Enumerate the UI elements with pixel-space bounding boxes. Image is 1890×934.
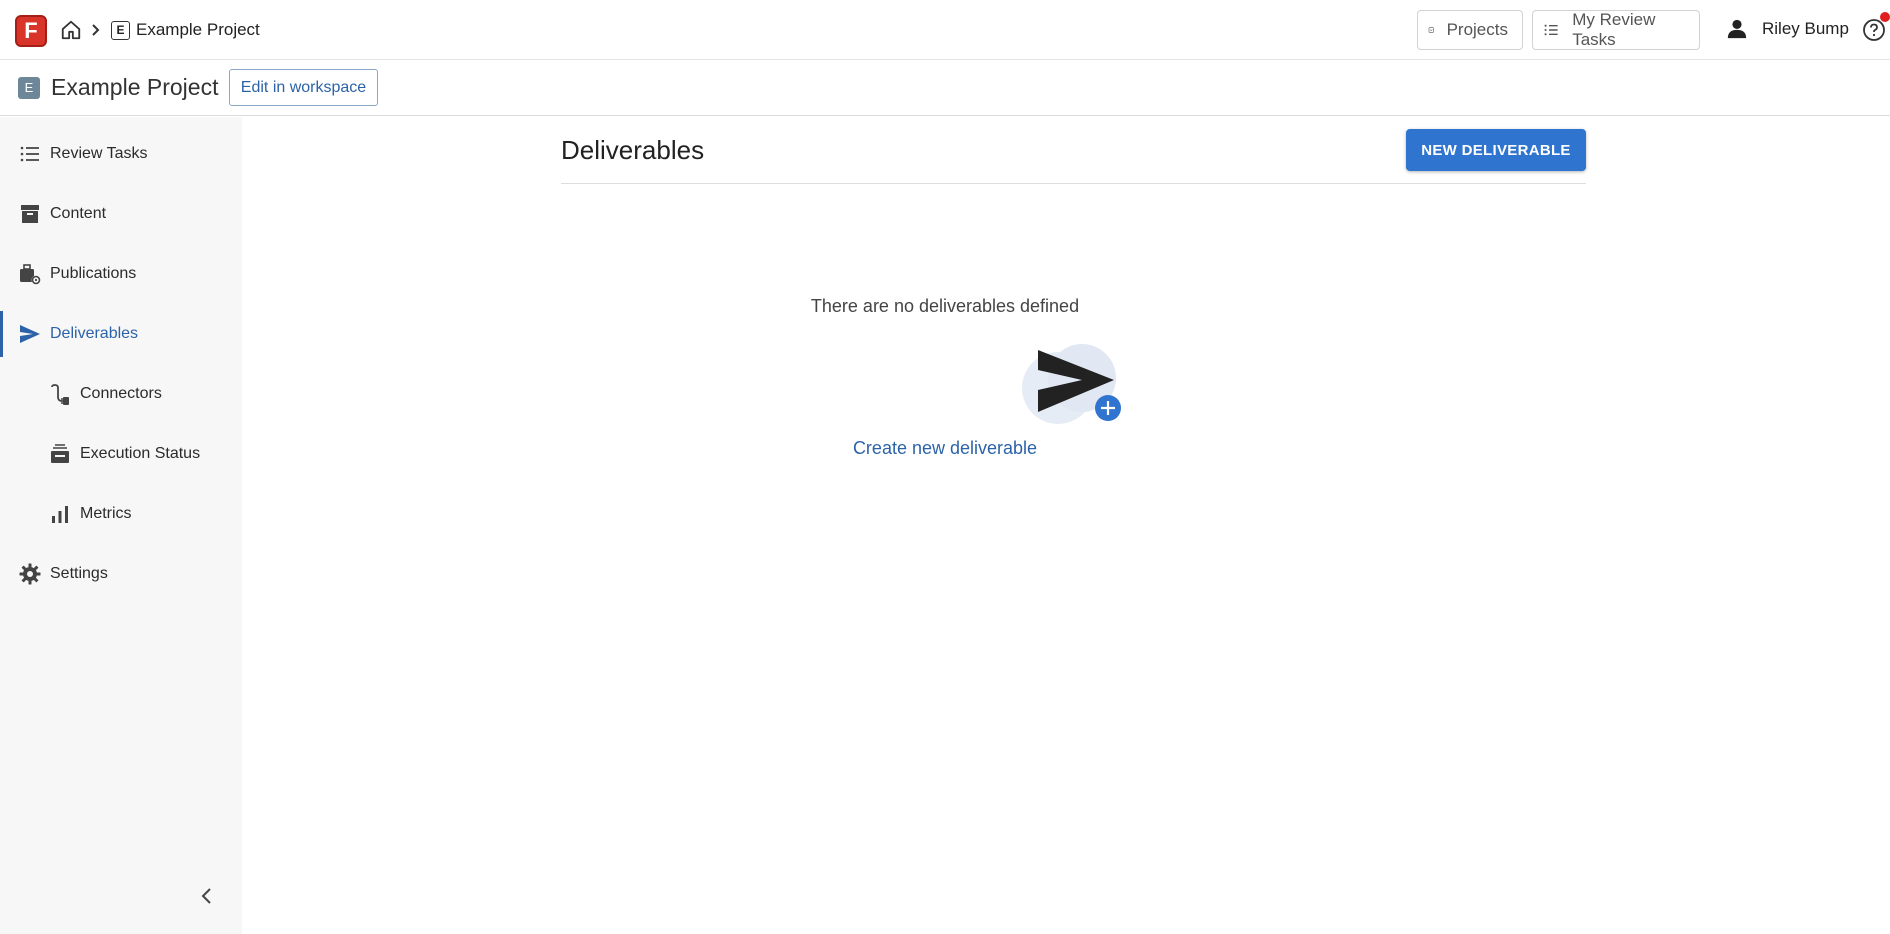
page-title: Deliverables (561, 135, 705, 165)
project-title: Example Project (51, 74, 219, 100)
person-icon (1727, 19, 1747, 39)
send-icon (20, 325, 40, 343)
bar-chart-icon (52, 506, 68, 523)
sidebar-item-review-tasks[interactable]: Review Tasks (0, 129, 242, 179)
user-name: Riley Bump (1762, 19, 1849, 38)
project-header: E Example Project Edit in workspace (0, 60, 1890, 116)
edit-in-workspace-button[interactable]: Edit in workspace (229, 69, 378, 106)
sidebar-item-label: Metrics (80, 505, 132, 522)
list-icon (20, 146, 39, 162)
chevron-right-icon (92, 24, 100, 36)
home-icon[interactable] (60, 19, 82, 41)
sidebar-item-label: Content (50, 205, 107, 222)
main-content (242, 117, 1890, 934)
sidebar-item-label: Connectors (80, 385, 162, 402)
app-logo[interactable]: F (15, 15, 47, 47)
sidebar-item-label: Publications (50, 265, 137, 282)
sidebar-item-label: Deliverables (50, 325, 139, 342)
sidebar-item-connectors[interactable]: Connectors (0, 369, 242, 419)
archive-icon (21, 205, 39, 223)
my-review-tasks-label: My Review Tasks (1572, 10, 1656, 49)
title-divider (561, 183, 1586, 184)
collapse-sidebar-chevron-icon[interactable] (196, 885, 218, 907)
gear-icon (19, 563, 41, 585)
new-deliverable-button[interactable]: NEW DELIVERABLE (1406, 129, 1586, 171)
notification-dot (1880, 12, 1890, 22)
sidebar-item-label: Review Tasks (50, 145, 148, 162)
project-badge: E (18, 77, 40, 99)
sidebar-item-publications[interactable]: Publications (0, 249, 242, 299)
sidebar: Review Tasks Content Publications Delive… (0, 117, 242, 934)
projects-label: Projects (1446, 20, 1508, 39)
top-bar: F E Example Project Projects My Review T… (0, 0, 1890, 60)
projects-icon (1428, 27, 1434, 33)
publications-gear-icon (20, 264, 41, 285)
sidebar-item-metrics[interactable]: Metrics (0, 489, 242, 539)
empty-state-message: There are no deliverables defined (810, 296, 1080, 316)
connector-icon (51, 384, 69, 405)
sidebar-item-content[interactable]: Content (0, 189, 242, 239)
my-review-tasks-button[interactable]: My Review Tasks (1532, 10, 1700, 50)
project-breadcrumb-badge: E (111, 21, 130, 40)
user-menu[interactable]: Riley Bump (1726, 18, 1849, 40)
sidebar-item-label: Settings (50, 565, 108, 582)
projects-button[interactable]: Projects (1417, 10, 1523, 50)
sidebar-item-settings[interactable]: Settings (0, 549, 242, 599)
list-icon (1544, 24, 1558, 36)
breadcrumb-project[interactable]: Example Project (136, 20, 260, 40)
create-new-deliverable-link[interactable]: Create new deliverable (0, 438, 1890, 459)
empty-deliverables-send-icon[interactable] (1020, 340, 1124, 426)
